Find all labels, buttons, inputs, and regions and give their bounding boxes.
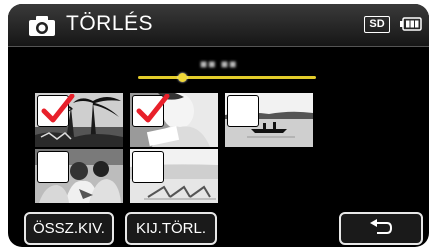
select-all-button[interactable]: ÖSSZ.KIV.	[24, 212, 114, 245]
date-label: ■■ ■■	[200, 57, 238, 71]
thumbnail-5[interactable]	[130, 149, 218, 203]
delete-screen: TÖRLÉS SD ■■ ■■ ÖSSZ.KIV. KIJ.TÖRL.	[8, 4, 429, 247]
date-slider[interactable]	[138, 73, 316, 83]
selection-checkbox[interactable]	[227, 95, 259, 127]
checkmark-icon	[136, 94, 170, 123]
battery-icon	[400, 17, 422, 31]
selection-checkbox[interactable]	[132, 151, 164, 183]
return-arrow-icon	[370, 219, 393, 234]
selection-checkbox[interactable]	[37, 151, 69, 183]
selection-checkbox[interactable]	[132, 94, 170, 127]
back-button[interactable]	[339, 212, 423, 245]
thumbnail-2[interactable]	[130, 93, 218, 147]
thumbnail-1[interactable]	[35, 93, 123, 147]
slider-track[interactable]	[138, 76, 316, 79]
delete-selected-button[interactable]: KIJ.TÖRL.	[125, 212, 217, 245]
thumbnail-3[interactable]	[225, 93, 313, 147]
sd-card-badge: SD	[364, 16, 390, 33]
camera-icon	[29, 16, 55, 36]
selection-checkbox[interactable]	[37, 94, 75, 127]
slider-knob[interactable]	[178, 73, 187, 82]
checkmark-icon	[41, 94, 75, 123]
page-title: TÖRLÉS	[66, 12, 154, 35]
title-bar: TÖRLÉS SD	[8, 4, 429, 47]
thumbnail-4[interactable]	[35, 149, 123, 203]
